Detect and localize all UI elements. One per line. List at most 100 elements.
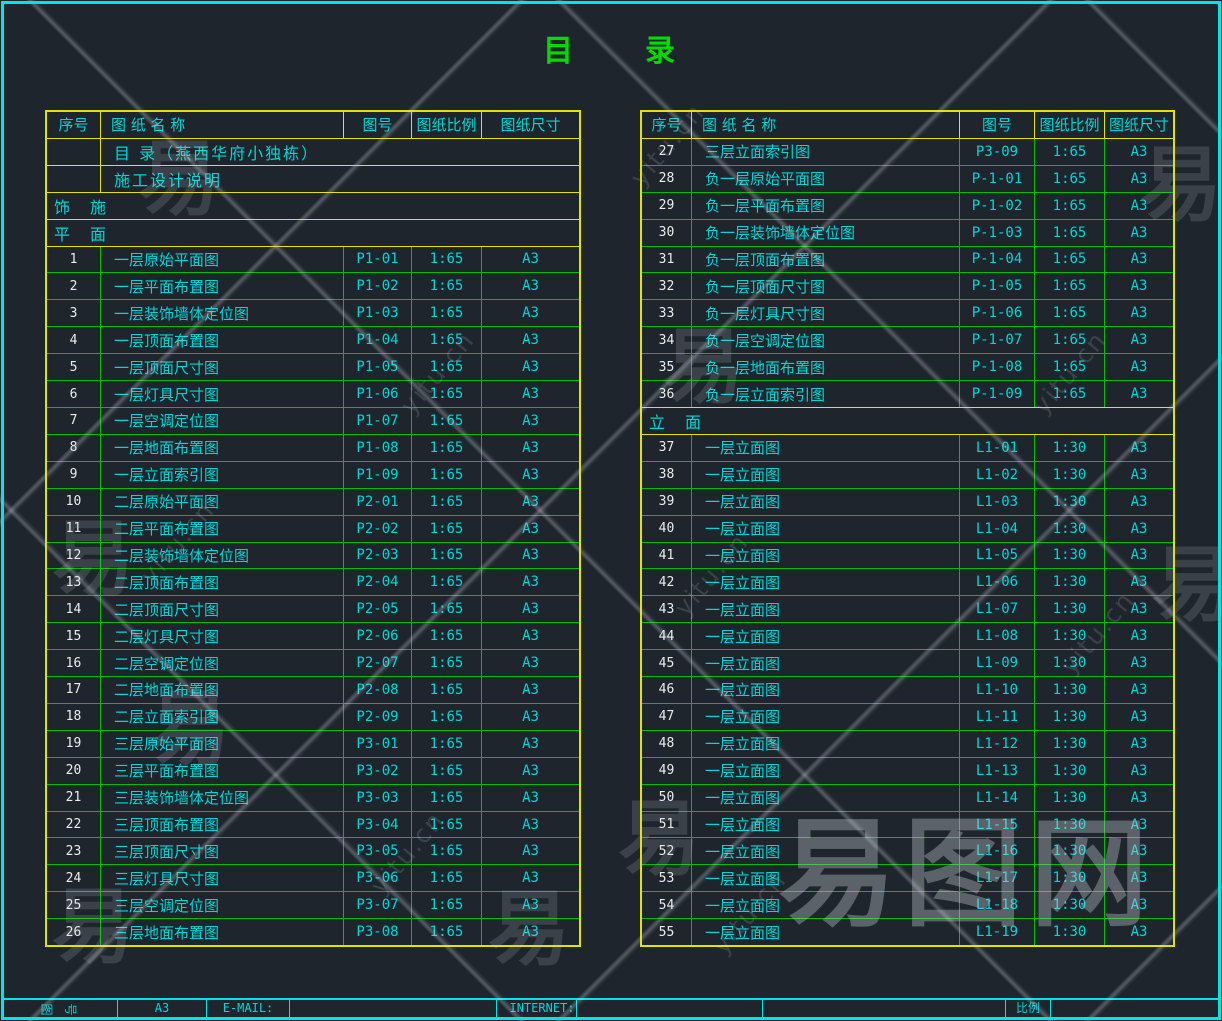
table-row: 7一层空调定位图P1-071:65A3 bbox=[47, 408, 579, 435]
code-cell: P2-01 bbox=[344, 489, 412, 515]
scale-cell: 1:65 bbox=[412, 273, 482, 299]
name-cell: 二层原始平面图 bbox=[101, 489, 344, 515]
name-cell: 一层立面图 bbox=[692, 489, 960, 515]
scale-cell: 1:65 bbox=[412, 381, 482, 407]
size-cell: A3 bbox=[482, 569, 579, 595]
size-cell: A3 bbox=[1105, 838, 1173, 864]
title-block-divider bbox=[289, 1000, 290, 1019]
table-row: 3一层装饰墙体定位图P1-031:65A3 bbox=[47, 300, 579, 327]
scale-cell: 1:65 bbox=[412, 650, 482, 676]
scale-cell: 1:65 bbox=[412, 838, 482, 864]
title-block-divider bbox=[762, 1000, 763, 1019]
header-cell: 图号 bbox=[344, 112, 412, 138]
serial-cell: 44 bbox=[642, 623, 692, 649]
table-row: 47一层立面图L1-111:30A3 bbox=[642, 704, 1173, 731]
name-cell: 一层立面图 bbox=[692, 623, 960, 649]
table-row: 55一层立面图L1-191:30A3 bbox=[642, 919, 1173, 945]
scale-cell: 1:30 bbox=[1035, 650, 1105, 676]
size-cell: A3 bbox=[1105, 758, 1173, 784]
name-cell: 一层平面布置图 bbox=[101, 273, 344, 299]
code-cell: L1-05 bbox=[960, 543, 1035, 569]
code-cell: P3-05 bbox=[344, 838, 412, 864]
table-row: 6一层灯具尺寸图P1-061:65A3 bbox=[47, 381, 579, 408]
drawing-number-label: 图号 bbox=[34, 1000, 82, 1017]
serial-cell: 7 bbox=[47, 408, 101, 434]
code-cell: P3-04 bbox=[344, 812, 412, 838]
size-cell: A3 bbox=[482, 650, 579, 676]
scale-cell: 1:65 bbox=[412, 596, 482, 622]
serial-cell: 47 bbox=[642, 704, 692, 730]
size-cell: A3 bbox=[1105, 623, 1173, 649]
serial-cell: 6 bbox=[47, 381, 101, 407]
code-cell: L1-08 bbox=[960, 623, 1035, 649]
code-cell: L1-07 bbox=[960, 596, 1035, 622]
name-cell: 一层立面图 bbox=[692, 919, 960, 945]
code-cell: L1-10 bbox=[960, 677, 1035, 703]
scale-cell: 1:65 bbox=[412, 435, 482, 461]
header-cell: 图号 bbox=[960, 112, 1035, 138]
table-row: 13二层顶面布置图P2-041:65A3 bbox=[47, 569, 579, 596]
size-cell: A3 bbox=[1105, 516, 1173, 542]
code-cell: P1-04 bbox=[344, 327, 412, 353]
title-block-divider bbox=[1050, 1000, 1051, 1019]
code-cell: P3-03 bbox=[344, 785, 412, 811]
scale-cell: 1:30 bbox=[1035, 596, 1105, 622]
table-row: 17二层地面布置图P2-081:65A3 bbox=[47, 677, 579, 704]
title-block: 图号 A3 E-MAIL: INTERNET: 比例 bbox=[4, 998, 1218, 1019]
table-row: 53一层立面图L1-171:30A3 bbox=[642, 865, 1173, 892]
name-cell: 负一层顶面布置图 bbox=[692, 247, 960, 273]
code-cell: L1-13 bbox=[960, 758, 1035, 784]
serial-cell: 11 bbox=[47, 516, 101, 542]
code-cell: P2-06 bbox=[344, 623, 412, 649]
code-cell: L1-06 bbox=[960, 569, 1035, 595]
code-cell: P-1-01 bbox=[960, 166, 1035, 192]
size-cell: A3 bbox=[482, 273, 579, 299]
serial-cell: 35 bbox=[642, 354, 692, 380]
size-cell: A3 bbox=[1105, 462, 1173, 488]
span-row: 目 录（燕西华府小独栋） bbox=[47, 139, 579, 166]
serial-cell: 43 bbox=[642, 596, 692, 622]
scale-cell: 1:65 bbox=[1035, 327, 1105, 353]
table-row: 51一层立面图L1-151:30A3 bbox=[642, 812, 1173, 839]
serial-cell: 4 bbox=[47, 327, 101, 353]
name-cell: 一层立面图 bbox=[692, 758, 960, 784]
scale-cell: 1:65 bbox=[412, 704, 482, 730]
name-cell: 二层顶面尺寸图 bbox=[101, 596, 344, 622]
table-row: 18二层立面索引图P2-091:65A3 bbox=[47, 704, 579, 731]
table-row: 10二层原始平面图P2-011:65A3 bbox=[47, 489, 579, 516]
name-cell: 一层立面图 bbox=[692, 543, 960, 569]
serial-cell: 51 bbox=[642, 812, 692, 838]
header-cell: 图 纸 名 称 bbox=[101, 112, 344, 138]
scale-cell: 1:30 bbox=[1035, 731, 1105, 757]
scale-cell: 1:30 bbox=[1035, 677, 1105, 703]
table-row: 48一层立面图L1-121:30A3 bbox=[642, 731, 1173, 758]
code-cell: P3-01 bbox=[344, 731, 412, 757]
code-cell: L1-11 bbox=[960, 704, 1035, 730]
name-cell: 施工设计说明 bbox=[101, 166, 579, 192]
name-cell: 二层平面布置图 bbox=[101, 516, 344, 542]
scale-cell: 1:65 bbox=[1035, 220, 1105, 246]
code-cell: L1-15 bbox=[960, 812, 1035, 838]
name-cell: 负一层平面布置图 bbox=[692, 193, 960, 219]
size-cell: A3 bbox=[482, 516, 579, 542]
serial-cell: 31 bbox=[642, 247, 692, 273]
code-cell: P-1-05 bbox=[960, 273, 1035, 299]
size-cell: A3 bbox=[1105, 785, 1173, 811]
scale-cell: 1:65 bbox=[412, 516, 482, 542]
size-cell: A3 bbox=[482, 812, 579, 838]
serial-cell: 33 bbox=[642, 300, 692, 326]
size-cell: A3 bbox=[1105, 273, 1173, 299]
table-row: 41一层立面图L1-051:30A3 bbox=[642, 543, 1173, 570]
scale-cell: 1:65 bbox=[412, 489, 482, 515]
table-row: 1一层原始平面图P1-011:65A3 bbox=[47, 247, 579, 274]
cad-catalog-sheet: 目 录 序号图 纸 名 称图号图纸比例图纸尺寸目 录（燕西华府小独栋）施工设计说… bbox=[0, 0, 1222, 1021]
serial-cell: 10 bbox=[47, 489, 101, 515]
table-row: 46一层立面图L1-101:30A3 bbox=[642, 677, 1173, 704]
name-cell: 一层立面图 bbox=[692, 838, 960, 864]
code-cell: L1-17 bbox=[960, 865, 1035, 891]
size-cell: A3 bbox=[482, 704, 579, 730]
code-cell: P2-04 bbox=[344, 569, 412, 595]
name-cell: 一层立面图 bbox=[692, 812, 960, 838]
scale-cell: 1:30 bbox=[1035, 623, 1105, 649]
scale-cell: 1:30 bbox=[1035, 569, 1105, 595]
